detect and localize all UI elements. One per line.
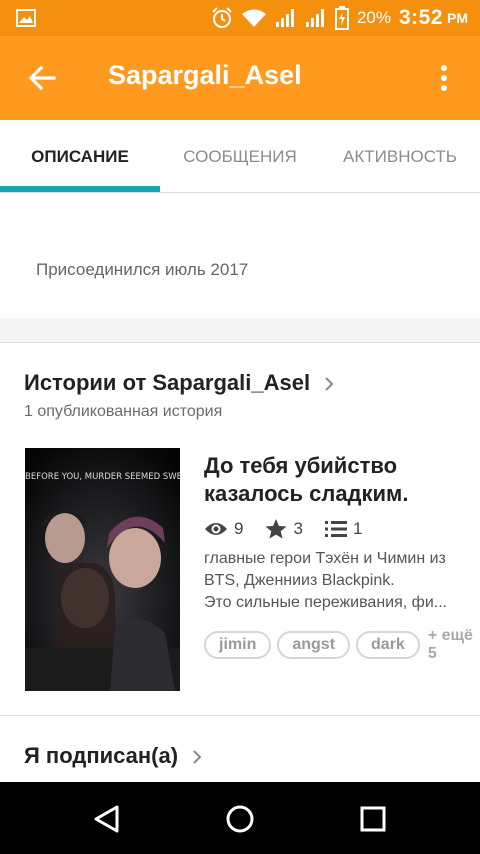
story-title[interactable]: До тебя убийство казалось сладким. (204, 452, 464, 508)
signal-icon (275, 9, 294, 27)
tag-chip[interactable]: jimin (204, 631, 272, 659)
chevron-right-icon (325, 377, 334, 391)
following-section-title: Я подписан(а) (24, 743, 179, 768)
description-line: Это сильные переживания, фи... (204, 594, 448, 611)
story-tags: jimin angst dark + ещё 5 (204, 627, 480, 663)
tag-chip[interactable]: angst (277, 631, 351, 659)
chevron-right-icon (193, 750, 202, 764)
clock-time: 3:52 (398, 6, 443, 29)
votes-count: 3 (293, 519, 303, 538)
stories-section-title: Истории от Sapargali_Asel (24, 370, 311, 395)
signal-icon (305, 9, 324, 27)
status-bar: 20% 3:52 PM (0, 0, 480, 36)
description-line: главные герои Тэхён и Чимин из (204, 550, 446, 567)
story-title-line1: До тебя убийство (204, 453, 398, 478)
app-toolbar: Sapargali_Asel (0, 36, 480, 120)
list-icon (324, 521, 347, 537)
more-tags-link[interactable]: + ещё 5 (428, 627, 480, 663)
nav-recents-icon[interactable] (360, 806, 386, 832)
tab-description[interactable]: ОПИСАНИЕ (0, 120, 160, 193)
story-stats: 9 3 1 (204, 516, 378, 542)
tab-messages[interactable]: СООБЩЕНИЯ (160, 120, 320, 193)
views-count: 9 (234, 519, 244, 538)
joined-date: Присоединился июль 2017 (36, 260, 249, 279)
image-icon (16, 9, 36, 27)
section-divider (0, 318, 480, 343)
stories-section-header[interactable]: Истории от Sapargali_Asel (24, 370, 334, 396)
alarm-icon (212, 7, 232, 28)
toolbar-title: Sapargali_Asel (108, 60, 302, 90)
tag-chip[interactable]: dark (356, 631, 420, 659)
system-nav-bar (0, 782, 480, 854)
description-line: BTS, Дженнииз Blackpink. (204, 572, 395, 589)
more-vert-icon[interactable] (430, 62, 458, 94)
wifi-icon (241, 9, 266, 27)
star-icon (265, 519, 287, 539)
story-cover-text: BEFORE YOU, MURDER SEEMED SWEE (25, 472, 180, 482)
tab-indicator (0, 186, 160, 192)
story-cover[interactable]: BEFORE YOU, MURDER SEEMED SWEE (25, 448, 180, 691)
parts-count: 1 (352, 519, 363, 538)
story-title-line2: казалось сладким. (204, 481, 409, 506)
tab-activity[interactable]: АКТИВНОСТЬ (320, 120, 480, 193)
battery-charging-icon (334, 6, 349, 30)
clock-ampm: PM (447, 10, 468, 26)
story-cover-image: BEFORE YOU, MURDER SEEMED SWEE (25, 448, 180, 691)
profile-tabs: ОПИСАНИЕ СООБЩЕНИЯ АКТИВНОСТЬ (0, 120, 480, 193)
battery-percent: 20% (356, 8, 391, 27)
eye-icon (205, 523, 227, 535)
nav-home-icon[interactable] (225, 804, 255, 834)
nav-back-icon[interactable] (92, 804, 120, 834)
section-divider (0, 715, 480, 716)
following-section-header[interactable]: Я подписан(а) (24, 743, 202, 769)
story-description: главные герои Тэхён и Чимин из BTS, Джен… (204, 548, 476, 614)
arrow-back-icon[interactable] (26, 62, 58, 94)
stories-count: 1 опубликованная история (24, 403, 223, 420)
